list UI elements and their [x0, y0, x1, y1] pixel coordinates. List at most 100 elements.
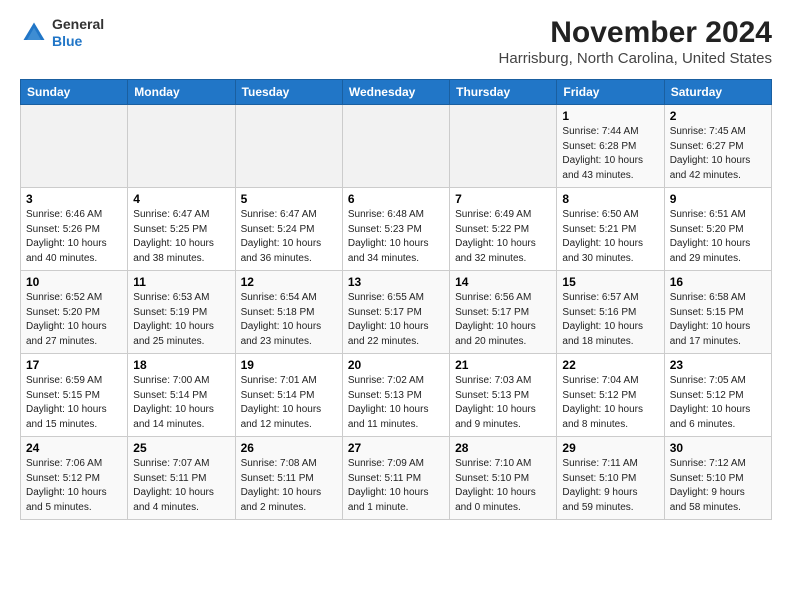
day-info: Sunrise: 6:51 AMSunset: 5:20 PMDaylight:… — [670, 208, 766, 266]
weekday-header-thursday: Thursday — [450, 80, 557, 105]
weekday-header-friday: Friday — [557, 80, 664, 105]
calendar-cell: 20Sunrise: 7:02 AMSunset: 5:13 PMDayligh… — [342, 354, 449, 437]
calendar-cell: 18 Sunrise: 7:00 AMSunset: 5:14 PMDayligh… — [128, 354, 235, 437]
page-header: General Blue November 2024 Harrisburg, N… — [20, 16, 772, 67]
calendar-cell: 19Sunrise: 7:01 AMSunset: 5:14 PMDayligh… — [235, 354, 342, 437]
calendar-cell — [21, 105, 128, 188]
day-info: Sunrise: 6:48 AMSunset: 5:23 PMDaylight:… — [348, 208, 444, 266]
calendar-cell: 17 Sunrise: 6:59 AMSunset: 5:15 PMDayligh… — [21, 354, 128, 437]
calendar-week-row: 3 Sunrise: 6:46 AMSunset: 5:26 PMDaylight… — [21, 188, 772, 271]
calendar-cell — [128, 105, 235, 188]
day-info: Sunrise: 6:54 AMSunset: 5:18 PMDaylight:… — [241, 291, 337, 349]
calendar-week-row: 10 Sunrise: 6:52 AMSunset: 5:20 PMDayligh… — [21, 271, 772, 354]
day-number: 11 — [133, 275, 229, 289]
day-number: 28 — [455, 441, 551, 455]
day-number: 18 — [133, 358, 229, 372]
calendar-cell: 1Sunrise: 7:44 AMSunset: 6:28 PMDaylight… — [557, 105, 664, 188]
day-number: 3 — [26, 192, 122, 206]
weekday-header-sunday: Sunday — [21, 80, 128, 105]
calendar-cell: 10 Sunrise: 6:52 AMSunset: 5:20 PMDayligh… — [21, 271, 128, 354]
day-info: Sunrise: 7:00 AMSunset: 5:14 PMDaylight:… — [133, 374, 229, 432]
weekday-header-tuesday: Tuesday — [235, 80, 342, 105]
day-number: 29 — [562, 441, 658, 455]
day-number: 16 — [670, 275, 766, 289]
calendar-cell: 2Sunrise: 7:45 AMSunset: 6:27 PMDaylight… — [664, 105, 771, 188]
day-info: Sunrise: 7:12 AMSunset: 5:10 PMDaylight:… — [670, 457, 766, 515]
month-year-title: November 2024 — [499, 16, 772, 50]
day-number: 6 — [348, 192, 444, 206]
day-info: Sunrise: 6:46 AMSunset: 5:26 PMDaylight:… — [26, 208, 122, 266]
day-number: 13 — [348, 275, 444, 289]
day-number: 7 — [455, 192, 551, 206]
day-number: 4 — [133, 192, 229, 206]
calendar-cell: 12 Sunrise: 6:54 AMSunset: 5:18 PMDayligh… — [235, 271, 342, 354]
calendar-table: SundayMondayTuesdayWednesdayThursdayFrid… — [20, 79, 772, 520]
calendar-cell: 11 Sunrise: 6:53 AMSunset: 5:19 PMDayligh… — [128, 271, 235, 354]
day-number: 27 — [348, 441, 444, 455]
day-info: Sunrise: 7:08 AMSunset: 5:11 PMDaylight:… — [241, 457, 337, 515]
weekday-header-saturday: Saturday — [664, 80, 771, 105]
day-info: Sunrise: 7:44 AMSunset: 6:28 PMDaylight:… — [562, 125, 658, 183]
calendar-cell: 5Sunrise: 6:47 AMSunset: 5:24 PMDaylight… — [235, 188, 342, 271]
day-info: Sunrise: 6:58 AMSunset: 5:15 PMDaylight:… — [670, 291, 766, 349]
calendar-cell: 16 Sunrise: 6:58 AMSunset: 5:15 PMDayligh… — [664, 271, 771, 354]
calendar-week-row: 1Sunrise: 7:44 AMSunset: 6:28 PMDaylight… — [21, 105, 772, 188]
day-info: Sunrise: 6:50 AMSunset: 5:21 PMDaylight:… — [562, 208, 658, 266]
day-number: 12 — [241, 275, 337, 289]
calendar-cell: 25Sunrise: 7:07 AMSunset: 5:11 PMDayligh… — [128, 437, 235, 520]
day-info: Sunrise: 6:47 AMSunset: 5:25 PMDaylight:… — [133, 208, 229, 266]
day-number: 24 — [26, 441, 122, 455]
calendar-cell: 8 Sunrise: 6:50 AMSunset: 5:21 PMDaylight… — [557, 188, 664, 271]
calendar-week-row: 24Sunrise: 7:06 AMSunset: 5:12 PMDayligh… — [21, 437, 772, 520]
calendar-cell: 14 Sunrise: 6:56 AMSunset: 5:17 PMDayligh… — [450, 271, 557, 354]
day-info: Sunrise: 6:59 AMSunset: 5:15 PMDaylight:… — [26, 374, 122, 432]
day-info: Sunrise: 6:52 AMSunset: 5:20 PMDaylight:… — [26, 291, 122, 349]
day-number: 19 — [241, 358, 337, 372]
day-number: 8 — [562, 192, 658, 206]
day-info: Sunrise: 6:55 AMSunset: 5:17 PMDaylight:… — [348, 291, 444, 349]
day-info: Sunrise: 6:53 AMSunset: 5:19 PMDaylight:… — [133, 291, 229, 349]
weekday-header-monday: Monday — [128, 80, 235, 105]
calendar-cell: 22 Sunrise: 7:04 AMSunset: 5:12 PMDayligh… — [557, 354, 664, 437]
calendar-header: SundayMondayTuesdayWednesdayThursdayFrid… — [21, 80, 772, 105]
title-block: November 2024 Harrisburg, North Carolina… — [499, 16, 772, 67]
calendar-cell: 13 Sunrise: 6:55 AMSunset: 5:17 PMDayligh… — [342, 271, 449, 354]
weekday-header-wednesday: Wednesday — [342, 80, 449, 105]
calendar-cell: 15Sunrise: 6:57 AMSunset: 5:16 PMDayligh… — [557, 271, 664, 354]
day-number: 22 — [562, 358, 658, 372]
calendar-week-row: 17 Sunrise: 6:59 AMSunset: 5:15 PMDayligh… — [21, 354, 772, 437]
day-info: Sunrise: 6:56 AMSunset: 5:17 PMDaylight:… — [455, 291, 551, 349]
logo-icon — [20, 19, 48, 47]
day-info: Sunrise: 7:05 AMSunset: 5:12 PMDaylight:… — [670, 374, 766, 432]
day-info: Sunrise: 7:09 AMSunset: 5:11 PMDaylight:… — [348, 457, 444, 515]
day-number: 5 — [241, 192, 337, 206]
day-info: Sunrise: 7:11 AMSunset: 5:10 PMDaylight:… — [562, 457, 658, 515]
day-number: 23 — [670, 358, 766, 372]
calendar-body: 1Sunrise: 7:44 AMSunset: 6:28 PMDaylight… — [21, 105, 772, 520]
day-number: 21 — [455, 358, 551, 372]
day-number: 9 — [670, 192, 766, 206]
day-number: 14 — [455, 275, 551, 289]
day-number: 30 — [670, 441, 766, 455]
day-info: Sunrise: 6:49 AMSunset: 5:22 PMDaylight:… — [455, 208, 551, 266]
day-info: Sunrise: 7:04 AMSunset: 5:12 PMDaylight:… — [562, 374, 658, 432]
calendar-cell: 30 Sunrise: 7:12 AMSunset: 5:10 PMDayligh… — [664, 437, 771, 520]
day-number: 25 — [133, 441, 229, 455]
calendar-cell: 29 Sunrise: 7:11 AMSunset: 5:10 PMDayligh… — [557, 437, 664, 520]
calendar-cell: 28 Sunrise: 7:10 AMSunset: 5:10 PMDayligh… — [450, 437, 557, 520]
calendar-cell: 24Sunrise: 7:06 AMSunset: 5:12 PMDayligh… — [21, 437, 128, 520]
weekday-header-row: SundayMondayTuesdayWednesdayThursdayFrid… — [21, 80, 772, 105]
calendar-cell: 7 Sunrise: 6:49 AMSunset: 5:22 PMDaylight… — [450, 188, 557, 271]
day-info: Sunrise: 7:10 AMSunset: 5:10 PMDaylight:… — [455, 457, 551, 515]
logo-text: General Blue — [52, 16, 104, 50]
calendar-cell — [235, 105, 342, 188]
calendar-cell: 6 Sunrise: 6:48 AMSunset: 5:23 PMDaylight… — [342, 188, 449, 271]
day-number: 17 — [26, 358, 122, 372]
day-info: Sunrise: 7:45 AMSunset: 6:27 PMDaylight:… — [670, 125, 766, 183]
day-number: 15 — [562, 275, 658, 289]
calendar-cell: 4 Sunrise: 6:47 AMSunset: 5:25 PMDaylight… — [128, 188, 235, 271]
calendar-cell: 9 Sunrise: 6:51 AMSunset: 5:20 PMDaylight… — [664, 188, 771, 271]
calendar-cell: 21Sunrise: 7:03 AMSunset: 5:13 PMDayligh… — [450, 354, 557, 437]
day-number: 10 — [26, 275, 122, 289]
calendar-cell: 27 Sunrise: 7:09 AMSunset: 5:11 PMDayligh… — [342, 437, 449, 520]
